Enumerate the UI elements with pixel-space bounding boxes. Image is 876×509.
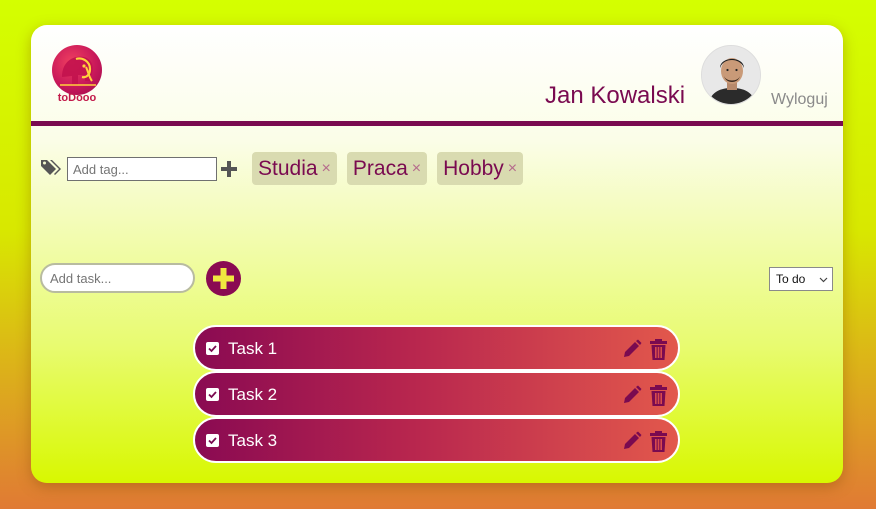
task-title: Task 2 <box>228 385 278 404</box>
remove-tag-icon[interactable]: × <box>322 160 331 178</box>
task-filter-select[interactable]: To do <box>769 267 833 291</box>
tag-label: Hobby <box>443 156 504 180</box>
user-name: Jan Kowalski <box>545 82 686 109</box>
logo-text: toDooo <box>57 92 97 104</box>
add-task-button[interactable] <box>206 261 241 296</box>
avatar[interactable] <box>701 45 761 105</box>
elephant-icon <box>52 45 102 95</box>
task-checkbox[interactable] <box>206 342 219 355</box>
tag-list: Studia × Praca × Hobby × <box>252 152 524 185</box>
pencil-icon[interactable] <box>622 431 642 451</box>
tag-label: Studia <box>258 156 318 180</box>
chevron-down-icon <box>819 277 828 283</box>
pencil-icon[interactable] <box>622 385 642 405</box>
main-card: toDooo Jan Kowalski Wyloguj Add tag... S… <box>31 25 843 483</box>
trash-icon[interactable] <box>650 385 667 406</box>
task-checkbox[interactable] <box>206 388 219 401</box>
add-tag-button[interactable] <box>219 157 239 181</box>
logout-link[interactable]: Wyloguj <box>771 91 828 109</box>
task-title: Task 1 <box>228 339 278 358</box>
trash-icon[interactable] <box>650 339 667 360</box>
task-title: Task 3 <box>228 431 278 450</box>
tag-chip[interactable]: Praca × <box>346 152 428 185</box>
pencil-icon[interactable] <box>622 339 642 359</box>
task-checkbox[interactable] <box>206 434 219 447</box>
header: toDooo Jan Kowalski Wyloguj <box>31 25 843 121</box>
plus-icon <box>213 268 234 289</box>
task-list: Task 1 Task 2 Task 3 <box>193 325 680 463</box>
tags-icon <box>40 158 64 178</box>
task-item[interactable]: Task 2 <box>193 371 680 417</box>
tag-chip[interactable]: Studia × <box>252 152 337 185</box>
tag-chip[interactable]: Hobby × <box>437 152 524 185</box>
filter-selected-value: To do <box>776 272 806 286</box>
tag-input[interactable] <box>67 157 217 181</box>
remove-tag-icon[interactable]: × <box>412 160 421 178</box>
tag-label: Praca <box>352 156 408 180</box>
task-input[interactable] <box>40 263 195 293</box>
app-logo[interactable]: toDooo <box>49 45 105 107</box>
remove-tag-icon[interactable]: × <box>508 160 517 178</box>
task-item[interactable]: Task 3 <box>193 417 680 463</box>
task-item[interactable]: Task 1 <box>193 325 680 371</box>
trash-icon[interactable] <box>650 431 667 452</box>
header-divider <box>31 121 843 126</box>
